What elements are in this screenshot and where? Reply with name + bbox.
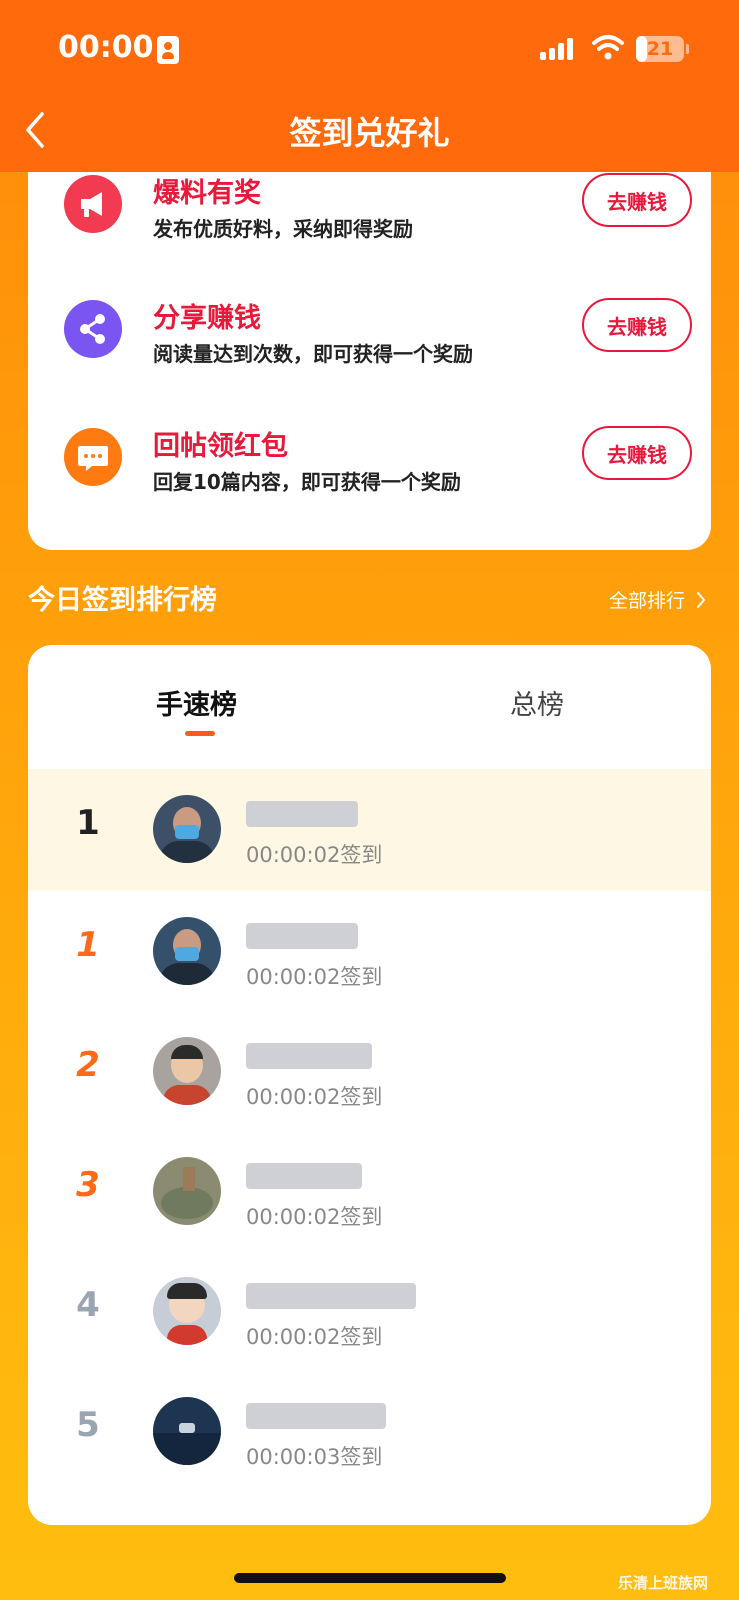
task-desc: 回复10篇内容，即可获得一个奖励 [153,470,461,494]
avatar [153,1157,221,1225]
task-title: 爆料有奖 [153,178,261,209]
ranking-row[interactable]: 3 00:00:02签到 [28,1131,711,1253]
sign-time: 00:00:02签到 [246,1325,383,1349]
avatar [153,1037,221,1105]
user-name-blurred [246,923,358,949]
active-tab-indicator [185,731,215,736]
ranking-row[interactable]: 1 00:00:02签到 [28,891,711,1013]
earn-button[interactable]: 去赚钱 [582,426,692,480]
comment-icon [64,428,122,486]
earn-button[interactable]: 去赚钱 [582,298,692,352]
app-header: 00:00 21 签到兑好礼 [0,0,739,172]
task-desc: 阅读量达到次数，即可获得一个奖励 [153,342,473,366]
user-name-blurred [246,1163,362,1189]
home-indicator[interactable] [234,1573,506,1583]
rank-number: 1 [76,925,100,965]
task-item-baoliao: 爆料有奖 发布优质好料，采纳即得奖励 去赚钱 [28,173,711,285]
avatar [153,1397,221,1465]
wifi-icon [592,35,624,60]
tab-total[interactable]: 总榜 [510,683,564,722]
sign-time: 00:00:02签到 [246,1085,383,1109]
all-ranking-link[interactable]: 全部排行 [609,586,707,613]
user-name-blurred [246,1043,372,1069]
sign-time: 00:00:03签到 [246,1445,383,1469]
battery-icon: 21 [636,36,684,62]
rank-number: 2 [76,1045,100,1085]
task-desc: 发布优质好料，采纳即得奖励 [153,217,413,241]
ranking-row[interactable]: 1 00:00:02签到 [28,769,711,891]
battery-tip [686,44,689,54]
chevron-right-icon [697,592,706,608]
avatar [153,795,221,863]
watermark: 乐清上班族网 [618,1574,709,1592]
ranking-row[interactable]: 5 00:00:03签到 [28,1371,711,1493]
task-title: 回帖领红包 [153,431,288,462]
sign-time: 00:00:02签到 [246,965,383,989]
user-name-blurred [246,801,358,827]
person-badge-icon [157,36,179,64]
task-item-share: 分享赚钱 阅读量达到次数，即可获得一个奖励 去赚钱 [28,298,711,410]
task-item-reply: 回帖领红包 回复10篇内容，即可获得一个奖励 去赚钱 [28,426,711,538]
rank-number: 1 [76,803,100,843]
signal-icon [540,38,576,60]
share-icon [64,300,122,358]
page-title: 签到兑好礼 [289,114,450,152]
rank-number: 3 [76,1165,100,1205]
megaphone-icon [64,175,122,233]
rank-number: 5 [76,1405,100,1445]
ranking-section-title: 今日签到排行榜 [28,585,217,616]
rank-number: 4 [76,1285,100,1325]
task-card: 爆料有奖 发布优质好料，采纳即得奖励 去赚钱 分享赚钱 阅读量达到次数，即可获得… [28,130,711,550]
tab-speed[interactable]: 手速榜 [156,683,237,722]
user-name-blurred [246,1403,386,1429]
sign-time: 00:00:02签到 [246,843,383,867]
ranking-row[interactable]: 4 00:00:02签到 [28,1251,711,1373]
all-ranking-label: 全部排行 [609,590,686,612]
battery-percent: 21 [646,38,674,60]
task-title: 分享赚钱 [153,303,261,334]
avatar [153,1277,221,1345]
ranking-card: 手速榜 总榜 1 00:00:02签到 1 00:00:02签到 2 00:00… [28,645,711,1525]
status-time: 00:00 [58,30,154,65]
earn-button[interactable]: 去赚钱 [582,173,692,227]
sign-time: 00:00:02签到 [246,1205,383,1229]
avatar [153,917,221,985]
ranking-row[interactable]: 2 00:00:02签到 [28,1011,711,1133]
user-name-blurred [246,1283,416,1309]
